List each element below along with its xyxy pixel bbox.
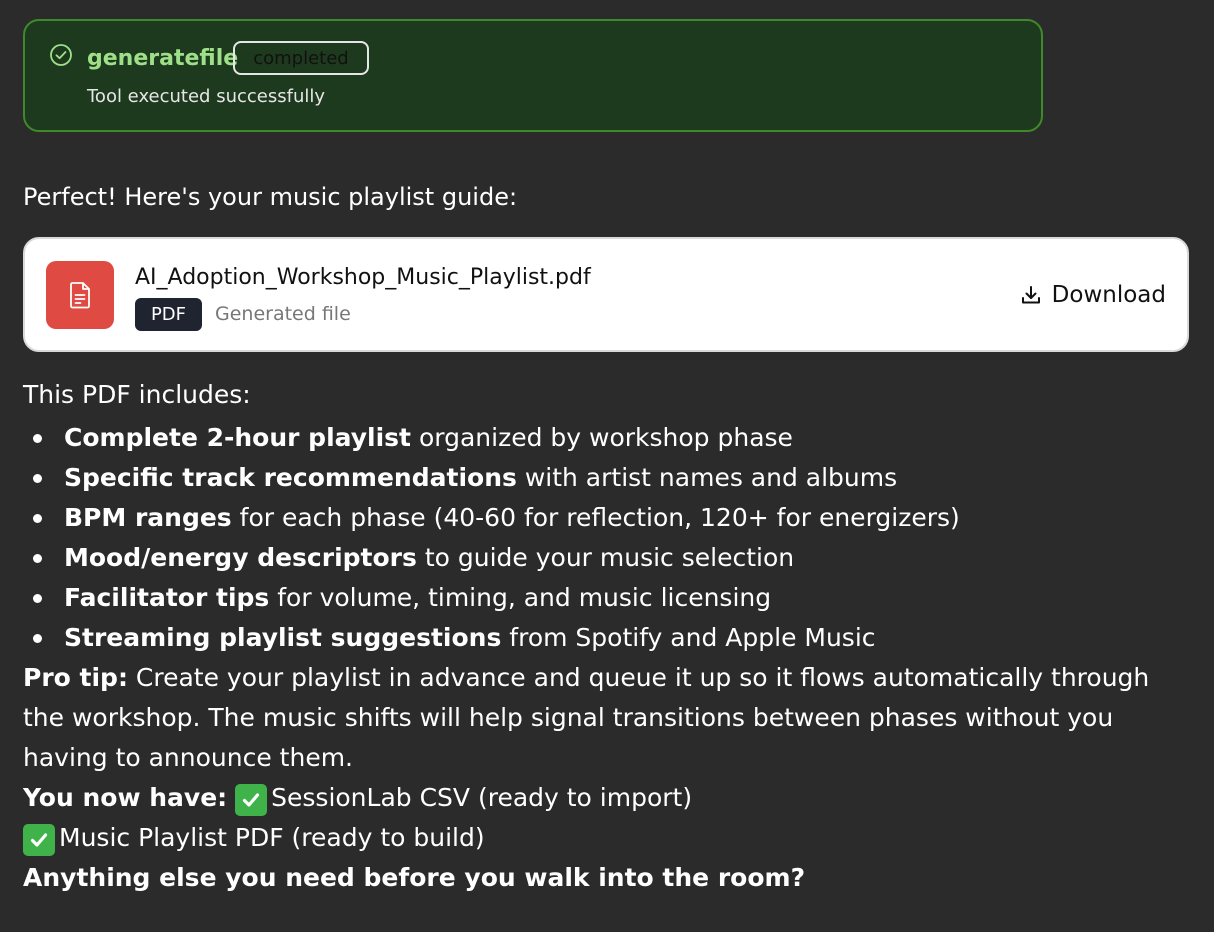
check-circle-icon [50,44,72,66]
download-button[interactable]: Download [1020,282,1166,308]
list-item: Specific track recommendations with arti… [33,458,1193,498]
list-item: Mood/energy descriptors to guide your mu… [33,538,1193,578]
you-now-have-label: You now have: [23,783,228,812]
list-item: Streaming playlist suggestions from Spot… [33,618,1193,658]
list-item-bold: Mood/energy descriptors [64,543,417,572]
list-item-bold: Specific track recommendations [64,463,517,492]
file-subtitle: Generated file [215,303,351,325]
you-now-have: You now have: SessionLab CSV (ready to i… [23,778,1193,858]
file-type-badge: PDF [135,298,202,331]
includes-list: Complete 2-hour playlist organized by wo… [23,418,1193,658]
closing-question: Anything else you need before you walk i… [23,863,806,892]
tool-message: Tool executed successfully [87,86,326,107]
list-item: Facilitator tips for volume, timing, and… [33,578,1193,618]
file-name: AI_Adoption_Workshop_Music_Playlist.pdf [135,265,591,290]
check-mark-icon [23,824,55,856]
download-icon [1021,286,1040,304]
list-item-bold: Complete 2-hour playlist [64,423,412,452]
list-item-bold: BPM ranges [64,503,232,532]
includes-heading: This PDF includes: [23,380,251,409]
list-item-text: from Spotify and Apple Music [501,623,876,652]
list-item-text: organized by workshop phase [411,423,793,452]
list-item-text: for each phase (40-60 for reflection, 12… [231,503,960,532]
download-label: Download [1051,282,1166,308]
check-mark-icon [235,784,268,816]
file-attachment-card[interactable]: AI_Adoption_Workshop_Music_Playlist.pdf … [23,237,1189,352]
tool-name: generatefile [87,46,239,71]
chat-message: generatefile completed Tool executed suc… [0,0,1214,932]
list-item-bold: Facilitator tips [64,583,270,612]
list-item-text: to guide your music selection [416,543,795,572]
pro-tip-text: Create your playlist in advance and queu… [23,663,1150,772]
list-item-text: with artist names and albums [516,463,898,492]
list-item: BPM ranges for each phase (40-60 for ref… [33,498,1193,538]
list-item: Complete 2-hour playlist organized by wo… [33,418,1193,458]
pro-tip-label: Pro tip: [23,663,128,692]
intro-text: Perfect! Here's your music playlist guid… [23,183,518,211]
tool-status-badge: completed [233,41,369,75]
list-item-text: for volume, timing, and music licensing [269,583,772,612]
tool-status-card: generatefile completed Tool executed suc… [23,19,1043,132]
list-item-bold: Streaming playlist suggestions [64,623,502,652]
document-icon [46,261,114,329]
pro-tip: Pro tip: Create your playlist in advance… [23,658,1193,778]
have-item-csv: SessionLab CSV (ready to import) [271,783,693,812]
message-body: This PDF includes: Complete 2-hour playl… [23,375,1193,898]
have-item-pdf: Music Playlist PDF (ready to build) [59,823,485,852]
